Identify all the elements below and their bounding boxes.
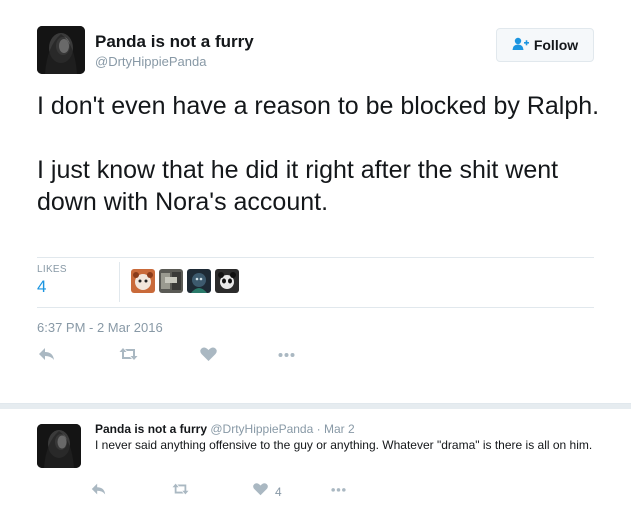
reply-author-avatar[interactable] [37, 424, 81, 468]
reply-actions: 4 [90, 481, 370, 499]
likes-count[interactable]: 4 [37, 277, 46, 297]
reply-retweet-button[interactable] [172, 481, 189, 502]
reply-text: I never said anything offensive to the g… [95, 438, 593, 452]
likers-avatars [131, 269, 239, 293]
more-button[interactable] [277, 345, 296, 368]
tweet-timestamp[interactable]: 6:37 PM - 2 Mar 2016 [37, 320, 163, 335]
author-avatar[interactable] [37, 26, 85, 74]
tweet-text: I don't even have a reason to be blocked… [37, 92, 600, 216]
retweet-icon [172, 481, 189, 502]
reply-tweet[interactable]: Panda is not a furry @DrtyHippiePanda · … [0, 409, 631, 506]
main-tweet: Panda is not a furry @DrtyHippiePanda Fo… [0, 0, 631, 400]
reply-author-name[interactable]: Panda is not a furry [95, 422, 207, 436]
reply-separator: · [316, 422, 321, 436]
reply-like-count: 4 [275, 484, 282, 499]
stats-divider-bottom [37, 307, 594, 308]
stats-divider-top [37, 257, 594, 258]
liker-avatar[interactable] [187, 269, 211, 293]
reply-more-button[interactable] [330, 481, 347, 502]
heart-icon [199, 345, 218, 368]
more-icon [330, 481, 347, 502]
add-user-icon [512, 37, 529, 54]
reply-author-handle[interactable]: @DrtyHippiePanda [210, 422, 313, 436]
reply-header: Panda is not a furry @DrtyHippiePanda · … [95, 422, 355, 436]
reply-reply-button[interactable] [90, 481, 107, 502]
like-button[interactable] [199, 345, 218, 368]
liker-avatar[interactable] [215, 269, 239, 293]
liker-avatar[interactable] [131, 269, 155, 293]
retweet-button[interactable] [119, 345, 138, 368]
reply-button[interactable] [37, 345, 56, 368]
reply-like-button[interactable]: 4 [252, 481, 282, 502]
follow-label: Follow [533, 37, 579, 53]
reply-date[interactable]: Mar 2 [324, 422, 355, 436]
author-name[interactable]: Panda is not a furry [95, 32, 254, 52]
author-handle[interactable]: @DrtyHippiePanda [95, 54, 206, 69]
liker-avatar[interactable] [159, 269, 183, 293]
reply-icon [37, 345, 56, 368]
more-icon [277, 345, 296, 368]
stats-separator [119, 262, 120, 302]
tweet-actions [37, 345, 337, 367]
retweet-icon [119, 345, 138, 368]
follow-button[interactable]: Follow [496, 28, 594, 62]
reply-icon [90, 481, 107, 502]
likes-label[interactable]: LIKES [37, 264, 67, 275]
heart-icon [252, 481, 269, 502]
